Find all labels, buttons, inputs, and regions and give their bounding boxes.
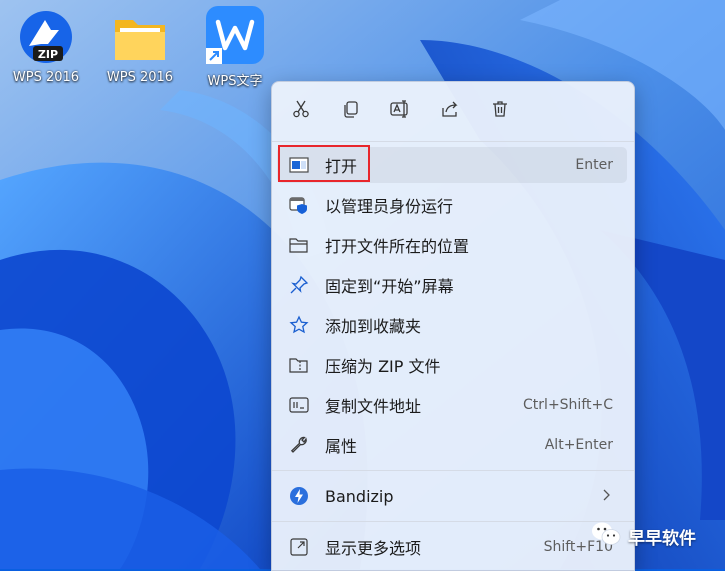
menu-separator [272, 521, 634, 522]
menu-item-shortcut: Enter [575, 157, 613, 173]
copy-path-icon [289, 395, 309, 415]
delete-button[interactable] [483, 94, 517, 128]
menu-item-label: 复制文件地址 [325, 397, 422, 416]
pin-icon [289, 275, 309, 295]
menu-item-bandizip[interactable]: Bandizip [277, 478, 627, 514]
menu-item-label: 打开 [325, 157, 358, 176]
copy-icon [341, 99, 361, 123]
desktop-icon-wps-writer[interactable]: WPS文字 [190, 6, 280, 92]
wechat-icon [590, 520, 622, 552]
menu-item-label: 以管理员身份运行 [325, 197, 454, 216]
menu-item-copy-file-path[interactable]: 复制文件地址 Ctrl+Shift+C [277, 387, 627, 423]
menu-item-label: 固定到“开始”屏幕 [325, 277, 454, 296]
chevron-right-icon [601, 487, 611, 507]
desktop-icon-label: WPS 2016 [12, 70, 80, 85]
menu-item-label: 属性 [325, 437, 358, 456]
admin-shield-icon [289, 195, 309, 215]
star-icon [289, 315, 309, 335]
menu-item-pin-to-start[interactable]: 固定到“开始”屏幕 [277, 267, 627, 303]
wps-writer-icon [204, 6, 266, 68]
watermark: 早早软件 [590, 520, 696, 552]
desktop-icon-wps-folder[interactable]: WPS 2016 [95, 6, 185, 92]
delete-icon [490, 99, 510, 123]
menu-separator [272, 141, 634, 142]
menu-item-shortcut: Alt+Enter [544, 437, 613, 453]
menu-item-run-as-admin[interactable]: 以管理员身份运行 [277, 187, 627, 223]
context-menu: 打开 Enter 以管理员身份运行 打开文件所在的位置 固定到“开始”屏幕 添加… [271, 81, 635, 571]
context-menu-toolbar [272, 82, 634, 140]
menu-item-show-more-options[interactable]: 显示更多选项 Shift+F10 [277, 529, 627, 565]
menu-item-label: 显示更多选项 [325, 539, 422, 558]
more-options-icon [289, 537, 309, 557]
rename-button[interactable] [383, 94, 417, 128]
menu-item-compress-zip[interactable]: 压缩为 ZIP 文件 [277, 347, 627, 383]
share-icon [440, 99, 460, 123]
menu-separator [272, 470, 634, 471]
copy-button[interactable] [334, 94, 368, 128]
desktop-icon-label: WPS 2016 [106, 70, 174, 85]
cut-icon [291, 99, 311, 123]
watermark-text: 早早软件 [628, 528, 696, 549]
folder-icon [109, 6, 171, 68]
desktop-icon-wps-zip[interactable]: ZIP WPS 2016 [1, 6, 91, 92]
zip-folder-icon [289, 355, 309, 375]
folder-outline-icon [289, 235, 309, 255]
menu-item-open[interactable]: 打开 Enter [277, 147, 627, 183]
rename-icon [389, 99, 411, 123]
menu-item-label: 添加到收藏夹 [325, 317, 422, 336]
svg-text:ZIP: ZIP [38, 48, 58, 61]
wrench-icon [289, 435, 309, 455]
menu-item-open-file-location[interactable]: 打开文件所在的位置 [277, 227, 627, 263]
menu-item-label: 压缩为 ZIP 文件 [325, 357, 441, 376]
menu-item-shortcut: Ctrl+Shift+C [523, 397, 613, 413]
desktop-icon-label: WPS文字 [207, 74, 263, 89]
menu-item-label: Bandizip [325, 486, 394, 506]
bandizip-icon [289, 486, 309, 506]
menu-item-properties[interactable]: 属性 Alt+Enter [277, 427, 627, 463]
open-window-icon [289, 155, 309, 175]
cut-button[interactable] [284, 94, 318, 128]
menu-item-add-to-favorites[interactable]: 添加到收藏夹 [277, 307, 627, 343]
zip-archive-icon: ZIP [15, 6, 77, 68]
menu-item-label: 打开文件所在的位置 [325, 237, 470, 256]
share-button[interactable] [433, 94, 467, 128]
